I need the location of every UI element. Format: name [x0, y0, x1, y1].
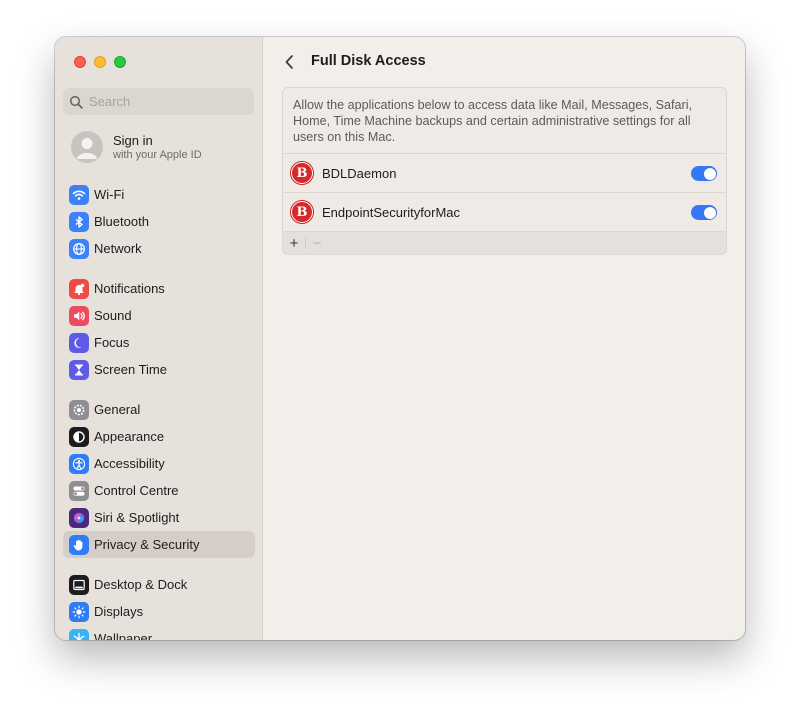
sidebar-item-label: Privacy & Security — [94, 537, 200, 552]
sidebar-item-bluetooth[interactable]: Bluetooth — [63, 208, 255, 235]
sidebar-item-wifi[interactable]: Wi-Fi — [63, 181, 255, 208]
wifi-icon — [69, 184, 89, 205]
sidebar-item-network[interactable]: Network — [63, 235, 255, 262]
list-footer: + − — [283, 232, 726, 254]
sidebar-group-notifications: Notifications Sound Focus Screen Time — [63, 275, 255, 383]
search-icon — [69, 95, 83, 109]
window-controls — [74, 56, 126, 68]
sidebar: Sign in with your Apple ID Wi-Fi Bluetoo… — [55, 37, 263, 640]
minimize-button[interactable] — [94, 56, 106, 68]
sidebar-item-label: Control Centre — [94, 483, 179, 498]
switches-icon — [69, 480, 89, 501]
speaker-icon — [69, 305, 89, 326]
sidebar-group-desktop: Desktop & Dock Displays Wallpaper — [63, 571, 255, 640]
sidebar-item-label: Accessibility — [94, 456, 165, 471]
app-icon: B — [291, 201, 313, 223]
sidebar-item-label: Desktop & Dock — [94, 577, 188, 592]
sidebar-item-focus[interactable]: Focus — [63, 329, 255, 356]
sidebar-item-label: Notifications — [94, 281, 165, 296]
moon-icon — [69, 332, 89, 353]
signin-title: Sign in — [113, 133, 153, 148]
sidebar-item-screen-time[interactable]: Screen Time — [63, 356, 255, 383]
sidebar-item-displays[interactable]: Displays — [63, 598, 255, 625]
sidebar-item-notifications[interactable]: Notifications — [63, 275, 255, 302]
app-name: BDLDaemon — [322, 165, 397, 181]
sidebar-item-appearance[interactable]: Appearance — [63, 423, 255, 450]
app-access-toggle[interactable] — [691, 166, 717, 181]
signin-subtitle: with your Apple ID — [113, 149, 202, 161]
full-disk-access-panel: Allow the applications below to access d… — [282, 87, 727, 255]
back-button[interactable] — [281, 53, 297, 71]
bell-icon — [69, 278, 89, 299]
sidebar-group-network: Wi-Fi Bluetooth Network — [63, 181, 255, 262]
sidebar-item-label: Displays — [94, 604, 144, 619]
sidebar-item-wallpaper[interactable]: Wallpaper — [63, 625, 255, 640]
bluetooth-icon — [69, 211, 89, 232]
panel-description: Allow the applications below to access d… — [283, 88, 726, 154]
chevron-left-icon — [285, 55, 293, 69]
sidebar-item-label: Bluetooth — [94, 214, 149, 229]
sidebar-item-label: Wi-Fi — [94, 187, 125, 202]
sidebar-item-control-centre[interactable]: Control Centre — [63, 477, 255, 504]
search-field[interactable] — [63, 88, 254, 115]
sidebar-item-desktop-dock[interactable]: Desktop & Dock — [63, 571, 255, 598]
close-button[interactable] — [74, 56, 86, 68]
appearance-icon — [69, 426, 89, 447]
dock-icon — [69, 574, 89, 595]
person-icon — [77, 138, 97, 159]
siri-icon — [69, 507, 89, 528]
gear-icon — [69, 399, 89, 420]
page-title: Full Disk Access — [311, 53, 426, 69]
sidebar-item-label: Sound — [94, 308, 132, 323]
sidebar-item-label: Network — [94, 241, 142, 256]
sidebar-item-label: Wallpaper — [94, 631, 153, 640]
sidebar-item-sound[interactable]: Sound — [63, 302, 255, 329]
app-name: EndpointSecurityforMac — [322, 204, 461, 220]
sidebar-item-privacy-security[interactable]: Privacy & Security — [63, 531, 255, 558]
app-access-toggle[interactable] — [691, 205, 717, 220]
sidebar-item-accessibility[interactable]: Accessibility — [63, 450, 255, 477]
sidebar-item-siri-spotlight[interactable]: Siri & Spotlight — [63, 504, 255, 531]
sidebar-item-label: Focus — [94, 335, 130, 350]
sidebar-item-label: Appearance — [94, 429, 165, 444]
globe-icon — [69, 238, 89, 259]
snowflake-icon — [69, 628, 89, 640]
sidebar-item-general[interactable]: General — [63, 396, 255, 423]
sidebar-group-system: General Appearance Accessibility Control… — [63, 396, 255, 558]
add-app-button[interactable]: + — [283, 232, 305, 254]
zoom-button[interactable] — [114, 56, 126, 68]
settings-window: Sign in with your Apple ID Wi-Fi Bluetoo… — [55, 37, 745, 640]
sidebar-item-label: Screen Time — [94, 362, 167, 377]
apple-id-signin[interactable]: Sign in with your Apple ID — [71, 131, 202, 163]
app-row: B EndpointSecurityforMac — [283, 193, 726, 232]
accessibility-icon — [69, 453, 89, 474]
main-content: Full Disk Access Allow the applications … — [263, 37, 745, 640]
app-row: B BDLDaemon — [283, 154, 726, 193]
app-icon: B — [291, 162, 313, 184]
avatar — [71, 131, 103, 163]
sidebar-item-label: Siri & Spotlight — [94, 510, 180, 525]
sidebar-item-label: General — [94, 402, 141, 417]
sun-icon — [69, 601, 89, 622]
hand-icon — [69, 534, 89, 555]
hourglass-icon — [69, 359, 89, 380]
remove-app-button[interactable]: − — [306, 232, 328, 254]
search-input[interactable] — [89, 94, 239, 109]
